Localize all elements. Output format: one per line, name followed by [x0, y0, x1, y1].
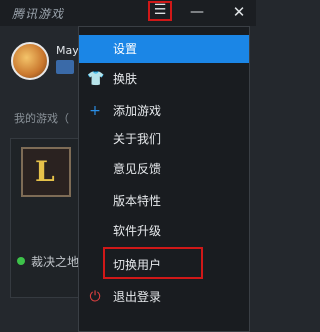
user-name: May — [56, 44, 79, 57]
minimize-icon: — — [190, 4, 204, 20]
menu-item-logout[interactable]: ⏻ 退出登录 — [79, 283, 249, 311]
my-games-label: 我的游戏（ — [14, 112, 69, 125]
menu-icon: ☰ — [153, 2, 167, 18]
vip-badge-icon[interactable] — [56, 60, 74, 74]
title-bar: 腾讯游戏 ☰ — ✕ — [0, 0, 256, 26]
menu-item-upgrade[interactable]: 软件升级 — [79, 217, 249, 245]
menu-item-label: 添加游戏 — [113, 104, 162, 118]
game-logo-icon[interactable]: L — [21, 147, 71, 197]
menu-item-label: 切换用户 — [113, 258, 162, 272]
close-button[interactable]: ✕ — [228, 2, 250, 22]
menu-item-label: 关于我们 — [113, 132, 162, 146]
shirt-icon: 👕 — [87, 71, 105, 87]
menu-item-about[interactable]: 关于我们 — [79, 125, 249, 153]
power-icon: ⏻ — [89, 289, 101, 305]
online-status-icon — [17, 257, 25, 265]
menu-item-label: 软件升级 — [113, 224, 162, 238]
menu-item-label: 换肤 — [113, 72, 138, 86]
menu-item-skin[interactable]: 👕 换肤 — [79, 65, 249, 93]
main-dropdown-menu: 设置 👕 换肤 + 添加游戏 关于我们 意见反馈 版本特性 软件升级 切换用户 … — [78, 26, 250, 332]
close-icon: ✕ — [232, 3, 246, 21]
menu-item-label: 意见反馈 — [113, 162, 162, 176]
app-title: 腾讯游戏 — [12, 7, 65, 21]
game-name: 裁决之地 — [31, 255, 80, 269]
menu-item-version-features[interactable]: 版本特性 — [79, 187, 249, 215]
menu-item-label: 设置 — [113, 42, 138, 56]
menu-item-settings[interactable]: 设置 — [79, 35, 249, 63]
menu-item-label: 版本特性 — [113, 194, 162, 208]
menu-item-add-game[interactable]: + 添加游戏 — [79, 97, 249, 125]
game-logo-letter: L — [35, 155, 55, 188]
avatar[interactable] — [11, 42, 49, 80]
plus-icon: + — [89, 103, 101, 119]
main-menu-button[interactable]: ☰ — [148, 1, 172, 21]
menu-item-feedback[interactable]: 意见反馈 — [79, 155, 249, 183]
menu-item-label: 退出登录 — [113, 290, 162, 304]
menu-item-switch-user[interactable]: 切换用户 — [79, 247, 249, 279]
minimize-button[interactable]: — — [186, 2, 208, 22]
